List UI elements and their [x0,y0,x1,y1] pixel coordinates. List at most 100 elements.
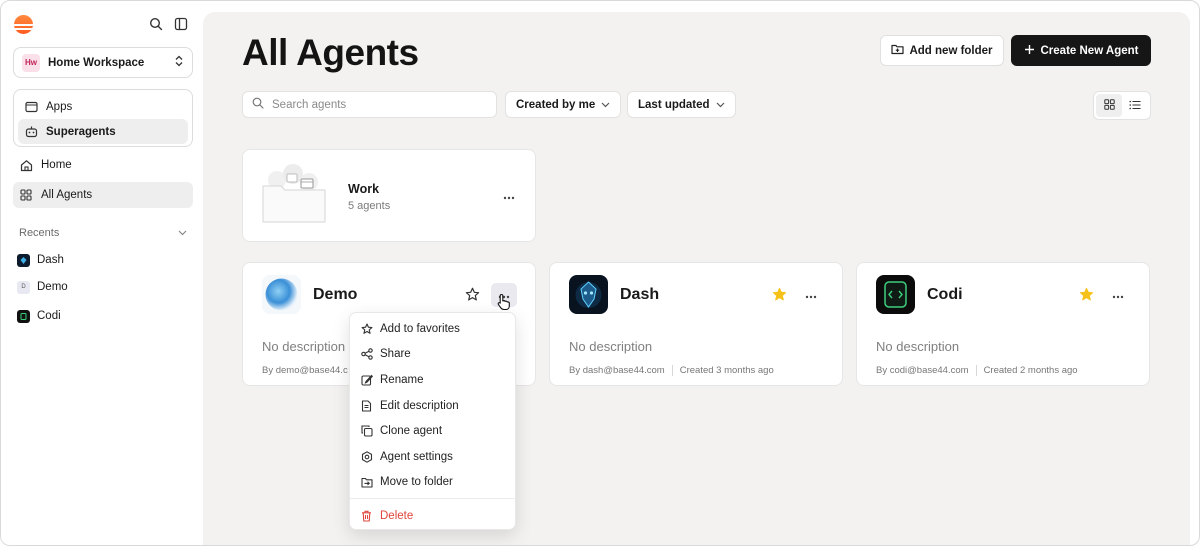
recent-item-label: Codi [37,310,61,322]
share-icon [360,348,373,361]
chevron-down-icon [601,99,610,111]
search-icon[interactable] [146,14,166,34]
codi-avatar [876,275,915,314]
sort-label: Last updated [638,98,710,111]
menu-item-edit-description[interactable]: Edit description [350,393,515,419]
chevron-updown-icon [174,54,184,72]
sidebar-item-all-agents[interactable]: All Agents [13,182,193,208]
document-icon [360,399,373,412]
more-horizontal-icon [503,187,515,205]
add-folder-button[interactable]: Add new folder [880,35,1004,66]
plus-icon [1024,44,1035,58]
edit-icon [360,373,373,386]
agent-more-button[interactable] [798,283,824,307]
agent-meta: By demo@base44.c [262,365,348,376]
menu-item-rename[interactable]: Rename [350,367,515,393]
more-horizontal-icon [805,286,817,304]
agent-name: Dash [620,286,660,303]
menu-item-clone-agent[interactable]: Clone agent [350,418,515,444]
folder-name: Work [348,182,380,196]
dash-avatar [569,275,608,314]
page-title: All Agents [242,32,419,73]
menu-item-add-favorites[interactable]: Add to favorites [350,316,515,342]
chevron-down-icon [178,227,187,239]
search-icon [252,96,264,114]
search-box [242,91,497,118]
folder-plus-icon [891,43,905,58]
agent-author: By demo@base44.c [262,365,348,376]
dash-avatar [17,253,30,267]
created-by-filter[interactable]: Created by me [505,91,622,118]
menu-item-label: Add to favorites [380,322,460,335]
star-filled-icon[interactable] [772,287,788,303]
demo-avatar [262,275,301,314]
gear-icon [360,450,373,463]
grid-icon [1103,97,1115,115]
folder-illustration-icon [261,162,327,224]
agent-context-menu: Add to favorites Share Rename Edit descr… [349,312,516,530]
folder-count: 5 agents [348,200,391,212]
agent-name: Demo [313,286,358,303]
menu-item-label: Agent settings [380,450,453,463]
workspace-badge: Hw [22,53,40,72]
menu-item-label: Move to folder [380,476,453,489]
agent-more-button[interactable] [1105,283,1131,307]
agent-created: Created 2 months ago [983,365,1078,376]
recents-header[interactable]: Recents [19,227,187,239]
trash-icon [360,509,373,522]
robot-icon [24,125,38,139]
create-agent-label: Create New Agent [1040,44,1139,57]
sidebar-toggle-icon[interactable] [171,14,191,34]
menu-item-move-to-folder[interactable]: Move to folder [350,470,515,496]
copy-icon [360,425,373,438]
folder-card-work[interactable]: Work 5 agents [242,149,536,242]
list-icon [1129,97,1141,115]
folder-more-button[interactable] [496,184,522,208]
menu-item-delete[interactable]: Delete [350,503,515,529]
agent-card-dash[interactable]: Dash No description By dash@base44.com C… [549,262,843,386]
recents-label: Recents [19,227,60,239]
star-filled-icon[interactable] [1079,287,1095,303]
recent-item-label: Demo [37,281,68,293]
agent-name: Codi [927,286,963,303]
recent-item-demo[interactable]: D Demo [17,278,68,296]
agent-card-codi[interactable]: Codi No description By codi@base44.com C… [856,262,1150,386]
sort-filter[interactable]: Last updated [627,91,736,118]
grid-icon [19,188,33,202]
agent-description: No description [876,339,960,354]
codi-avatar [17,309,30,323]
create-agent-button[interactable]: Create New Agent [1011,35,1151,66]
recent-item-dash[interactable]: Dash [17,251,64,269]
star-outline-icon[interactable] [465,287,481,303]
sidebar-item-label: Superagents [46,125,116,138]
pointer-cursor-icon [497,293,511,311]
sidebar-item-label: Home [41,159,72,171]
menu-item-label: Rename [380,373,424,386]
app-logo-icon[interactable] [14,15,33,34]
chevron-down-icon [716,99,725,111]
agent-author: By dash@base44.com [569,365,665,376]
sidebar-item-apps[interactable]: Apps [18,94,188,119]
sidebar-item-superagents[interactable]: Superagents [18,119,188,144]
sidebar-item-home[interactable]: Home [13,152,193,178]
agent-meta: By codi@base44.com Created 2 months ago [876,365,1078,376]
home-icon [19,158,33,172]
recent-item-codi[interactable]: Codi [17,307,61,325]
grid-view-button[interactable] [1096,94,1122,117]
star-icon [360,322,373,335]
menu-item-agent-settings[interactable]: Agent settings [350,444,515,470]
apps-group: Apps Superagents [13,89,193,147]
menu-divider [350,498,515,500]
list-view-button[interactable] [1122,94,1148,117]
more-horizontal-icon [1112,286,1124,304]
demo-avatar: D [17,280,30,294]
recent-item-label: Dash [37,254,64,266]
search-input[interactable] [272,98,472,111]
workspace-switcher[interactable]: Hw Home Workspace [13,47,193,78]
agent-created: Created 3 months ago [679,365,774,376]
menu-item-share[interactable]: Share [350,342,515,368]
menu-item-label: Delete [380,509,414,522]
agent-description: No description [262,339,346,354]
app-window: Hw Home Workspace Apps Superagents Home … [0,0,1200,546]
sidebar-item-label: All Agents [41,189,93,201]
